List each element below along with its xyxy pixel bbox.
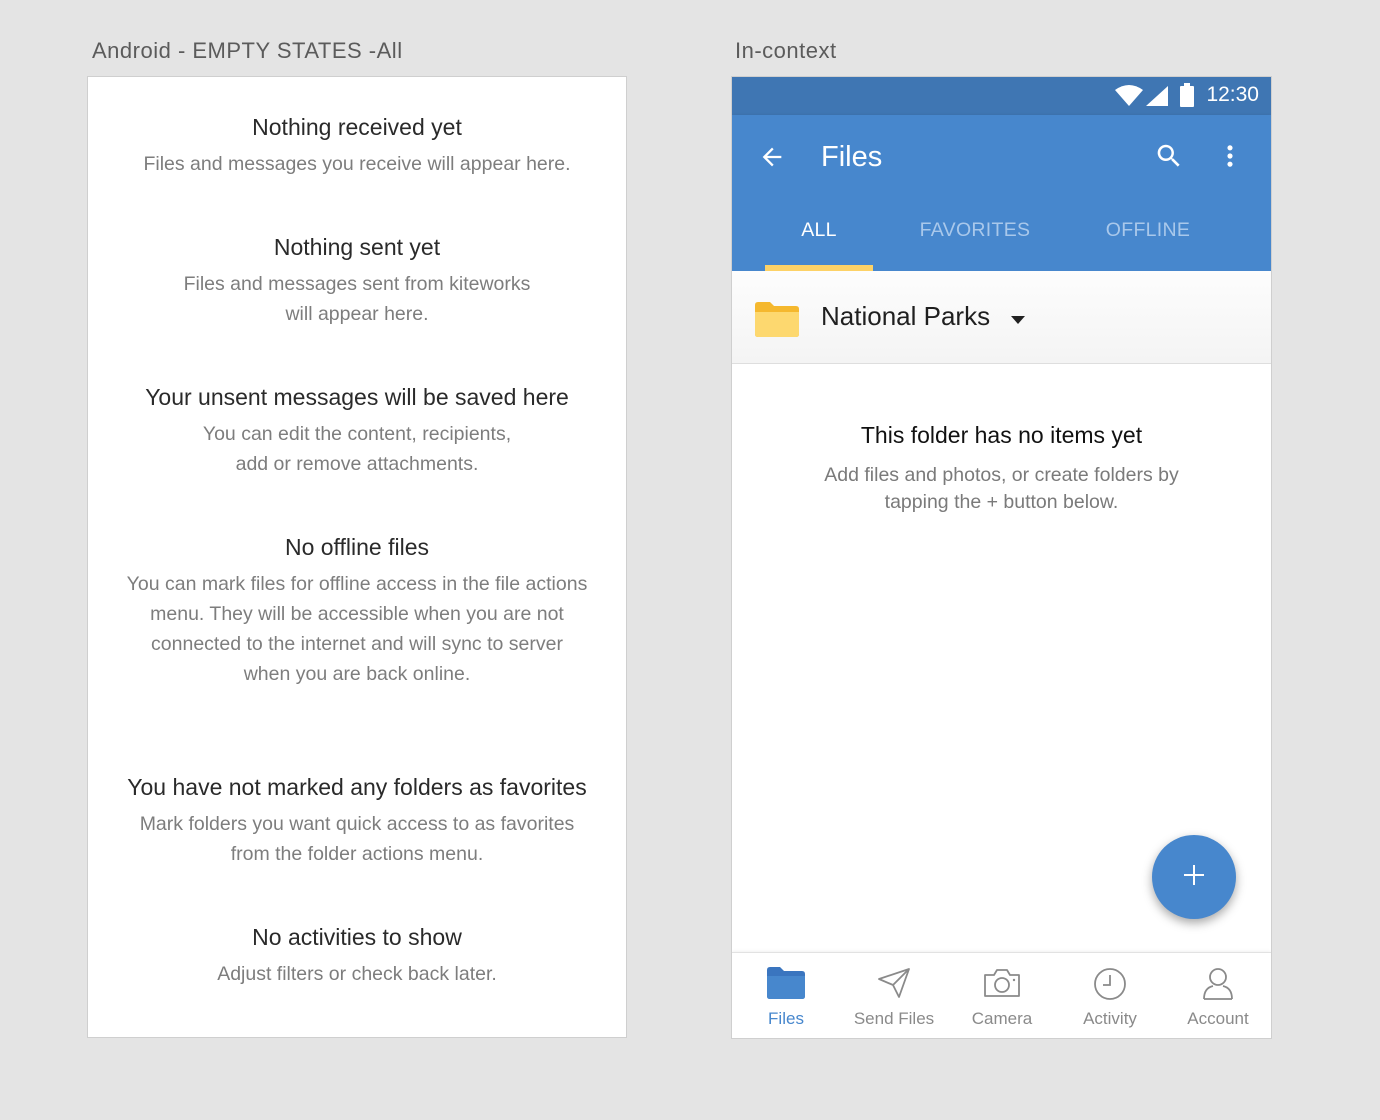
empty-folder-text: Add files and photos, or create folders … <box>772 462 1231 516</box>
more-vert-icon[interactable] <box>1216 141 1244 176</box>
toolbar-title: Files <box>821 141 883 173</box>
add-fab-button[interactable] <box>1152 835 1236 919</box>
empty-state-text: Adjust filters or check back later. <box>217 963 497 985</box>
bottom-navigation: Files Send Files Camera Activity Account <box>732 952 1271 1038</box>
empty-state-title: Nothing sent yet <box>273 234 441 260</box>
nav-activity[interactable]: Activity <box>1056 953 1164 1038</box>
plus-icon <box>1182 863 1206 892</box>
empty-state-text: connected to the internet and will sync … <box>151 633 563 655</box>
artboard-title-left: Android - EMPTY STATES -All <box>92 38 403 63</box>
artboard-title-right: In-context <box>735 38 837 63</box>
empty-folder-text-line: tapping the + button below. <box>884 491 1119 513</box>
app-bar: Files <box>732 115 1271 271</box>
empty-state-title: Nothing received yet <box>252 114 462 140</box>
empty-state-text: You can mark files for offline access in… <box>126 573 588 595</box>
nav-label: Camera <box>971 1009 1033 1028</box>
folder-name[interactable]: National Parks <box>821 301 990 332</box>
empty-state-text: from the folder actions menu. <box>230 843 484 865</box>
folder-icon <box>755 301 799 342</box>
nav-send-files[interactable]: Send Files <box>840 953 948 1038</box>
camera-icon <box>983 967 1021 1004</box>
caret-down-icon[interactable] <box>1011 311 1025 329</box>
clock-icon <box>1093 967 1127 1006</box>
folder-icon <box>767 967 805 1004</box>
empty-state-text: Mark folders you want quick access to as… <box>139 813 575 835</box>
phone-screen: 12:30 Files ALL FAVORITES OFFLINE Nation… <box>731 76 1272 1039</box>
search-icon[interactable] <box>1154 141 1184 176</box>
empty-state-title: Your unsent messages will be saved here <box>145 384 569 410</box>
empty-state-text: Files and messages sent from kiteworks <box>183 273 531 295</box>
empty-state-title: No offline files <box>284 534 430 560</box>
nav-account[interactable]: Account <box>1164 953 1271 1038</box>
empty-states-artboard: Nothing received yet Files and messages … <box>87 76 627 1038</box>
nav-label: Account <box>1187 1009 1249 1028</box>
tab-favorites[interactable]: FAVORITES <box>905 219 1045 242</box>
empty-state-text: menu. They will be accessible when you a… <box>150 603 564 625</box>
nav-camera[interactable]: Camera <box>948 953 1056 1038</box>
empty-folder-title: This folder has no items yet <box>860 422 1143 448</box>
empty-state-text: add or remove attachments. <box>235 453 479 475</box>
empty-state-title: You have not marked any folders as favor… <box>127 774 587 800</box>
person-icon <box>1202 967 1234 1006</box>
status-bar: 12:30 <box>732 77 1271 115</box>
status-time: 12:30 <box>1206 83 1259 106</box>
nav-files[interactable]: Files <box>732 953 840 1038</box>
signal-icon <box>1146 86 1168 111</box>
paper-plane-icon <box>877 967 911 1004</box>
empty-folder-text-line: Add files and photos, or create folders … <box>824 464 1179 486</box>
nav-label: Activity <box>1083 1009 1137 1028</box>
wifi-icon <box>1115 85 1143 112</box>
empty-state-text: Files and messages you receive will appe… <box>143 153 571 175</box>
nav-label: Send Files <box>853 1009 935 1028</box>
tab-all[interactable]: ALL <box>765 219 873 242</box>
arrow-left-icon[interactable] <box>758 143 786 176</box>
battery-icon <box>1180 83 1194 112</box>
empty-state-text: when you are back online. <box>243 663 471 685</box>
nav-label: Files <box>768 1009 804 1028</box>
empty-state-text: will appear here. <box>285 303 429 325</box>
tab-offline[interactable]: OFFLINE <box>1088 219 1208 242</box>
empty-state-text: You can edit the content, recipients, <box>202 423 512 445</box>
folder-selector[interactable]: National Parks <box>732 271 1271 364</box>
empty-state-title: No activities to show <box>252 924 462 950</box>
